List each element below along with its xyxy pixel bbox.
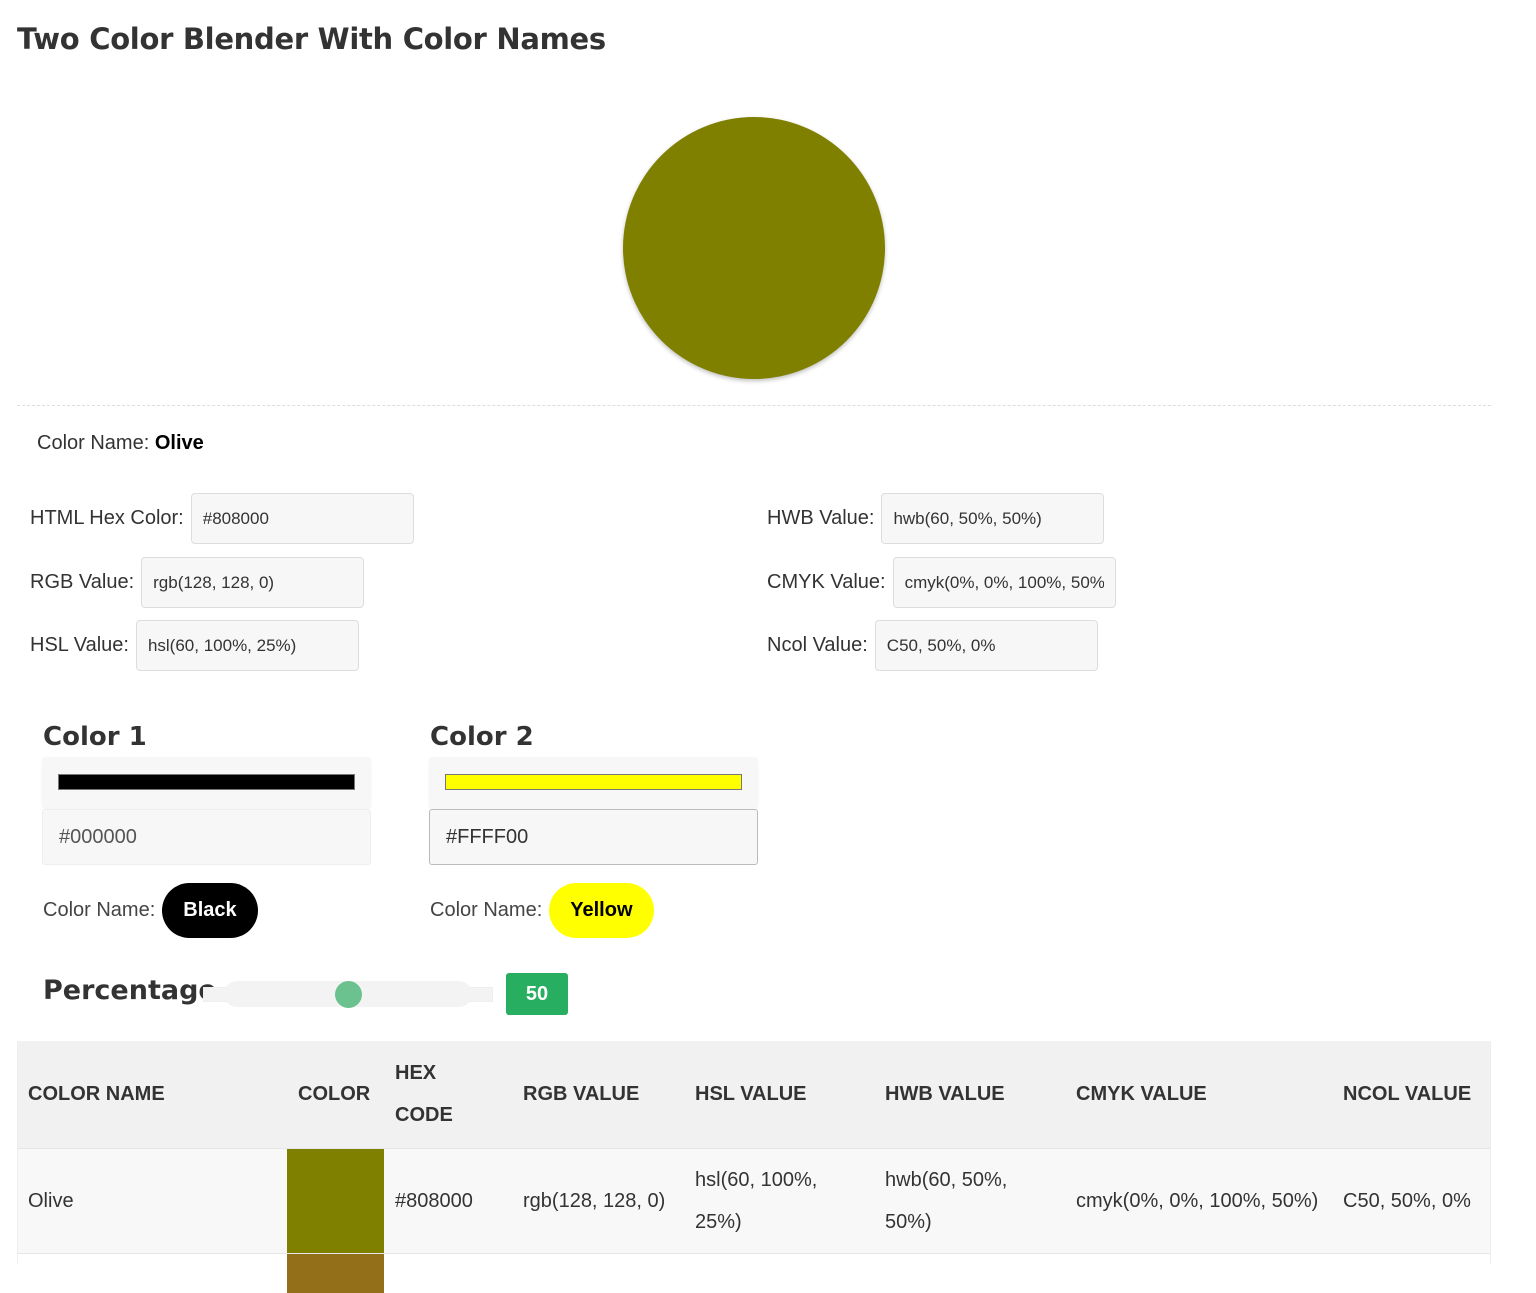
hex-label: HTML Hex Color: [30,507,184,529]
header-cmyk: CMYK VALUE [1076,1083,1207,1106]
page-title: Two Color Blender With Color Names [17,22,606,56]
cell-color-name [17,1253,287,1293]
color2-name-badge: Yellow [549,883,654,938]
color1-heading: Color 1 [43,722,147,752]
cell-hex [384,1253,512,1293]
result-color-name: Color Name: Olive [37,432,204,455]
cell-rgb: rgb(128, 128, 0) [523,1189,666,1212]
table-header-row: COLOR NAME COLOR HEX CODE RGB VALUE HSL V… [17,1041,1491,1148]
cell-color-name: Olive [28,1189,74,1212]
percentage-value-badge: 50 [506,973,568,1015]
color2-swatch [445,774,742,790]
cell-ncol: C50, 50%, 0% [1343,1189,1471,1212]
hwb-field: HWB Value: [767,493,1105,544]
header-hsl: HSL VALUE [695,1083,807,1106]
result-color-name-label: Color Name: [37,432,150,454]
percentage-label: Percentage [43,975,217,1006]
results-table: COLOR NAME COLOR HEX CODE RGB VALUE HSL V… [17,1041,1491,1293]
ncol-output[interactable] [874,620,1098,671]
cell-hsl [684,1253,874,1293]
color1-hex-input[interactable] [42,809,371,865]
header-ncol: NCOL VALUE [1343,1083,1472,1106]
hex-output[interactable] [190,493,414,544]
ncol-field: Ncol Value: [767,620,1098,671]
color1-name-badge: Black [162,883,258,938]
color2-name-row: Color Name: Yellow [430,883,654,938]
cell-hsl: hsl(60, 100%, 25%) [695,1168,818,1233]
header-color: COLOR [298,1083,371,1106]
hwb-label: HWB Value: [767,507,875,529]
color2-picker[interactable] [429,757,758,808]
hex-field: HTML Hex Color: [30,493,414,544]
header-hex-code: HEX CODE [384,1041,512,1148]
blended-color-preview [623,117,885,379]
cmyk-field: CMYK Value: [767,557,1116,608]
cell-hwb: hwb(60, 50%, 50%) [885,1168,1008,1233]
hsl-label: HSL Value: [30,634,129,656]
cell-hex: #808000 [395,1189,473,1212]
header-hex-line1: HEX [395,1062,437,1085]
color1-swatch [58,774,355,790]
header-hwb: HWB VALUE [885,1083,1005,1106]
header-rgb: RGB VALUE [523,1083,640,1106]
color2-name-label: Color Name: [430,899,543,921]
hsl-field: HSL Value: [30,620,359,671]
cell-cmyk: cmyk(0%, 0%, 100%, 50%) [1076,1189,1319,1212]
hsl-output[interactable] [135,620,359,671]
cmyk-output[interactable] [892,557,1116,608]
color1-name-label: Color Name: [43,899,156,921]
cell-rgb [512,1253,684,1293]
header-color-name: COLOR NAME [28,1083,165,1106]
cell-cmyk [1065,1253,1332,1293]
rgb-output[interactable] [141,557,365,608]
cell-color-swatch [287,1253,384,1293]
color1-name-row: Color Name: Black [43,883,258,938]
cell-ncol [1332,1253,1491,1293]
table-row: Olive #808000 rgb(128, 128, 0) hsl(60, 1… [17,1148,1491,1253]
color2-heading: Color 2 [430,722,534,752]
rgb-field: RGB Value: [30,557,365,608]
rgb-label: RGB Value: [30,571,135,593]
color2-hex-input[interactable] [429,809,758,865]
ncol-label: Ncol Value: [767,634,868,656]
color1-picker[interactable] [42,757,371,808]
cmyk-label: CMYK Value: [767,571,886,593]
table-row [17,1253,1491,1293]
cell-color-swatch [287,1148,384,1253]
divider [17,405,1491,406]
cell-hwb [874,1253,1065,1293]
percentage-slider-thumb[interactable] [334,981,362,1008]
result-color-name-value: Olive [154,432,204,454]
hwb-output[interactable] [881,493,1105,544]
header-hex-line2: CODE [395,1104,453,1127]
